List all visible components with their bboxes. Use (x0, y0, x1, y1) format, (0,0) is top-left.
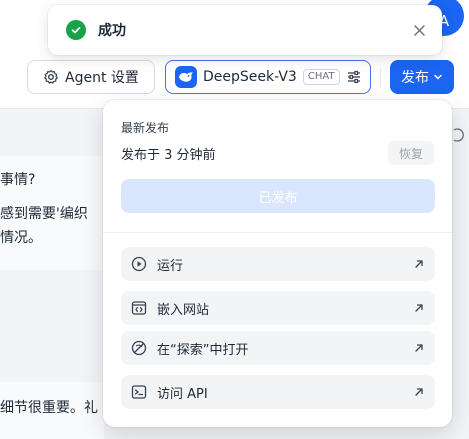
revert-button[interactable]: 恢复 (388, 141, 434, 165)
success-toast: 成功 (48, 5, 442, 55)
chat-message: 事情? 感到需要'编织 情况。 (0, 156, 104, 270)
agent-settings-button[interactable]: Agent 设置 (27, 60, 155, 94)
run-label: 运行 (157, 258, 184, 274)
embed-website-action[interactable]: 嵌入网站 (121, 291, 435, 325)
chat-line: 事情? (0, 172, 36, 188)
publish-dropdown: 最新发布 发布于 3 分钟前 恢复 已发布 运行 嵌入网站 在“探索”中打开 访… (103, 100, 452, 427)
published-button[interactable]: 已发布 (121, 179, 435, 213)
agent-settings-label: Agent 设置 (65, 70, 139, 86)
chevron-down-icon (434, 74, 442, 80)
model-type-badge: CHAT (302, 69, 340, 85)
open-in-explore-label: 在“探索”中打开 (157, 342, 249, 358)
model-name: DeepSeek-V3 (203, 69, 297, 85)
publish-label: 发布 (401, 70, 429, 86)
close-icon[interactable] (412, 23, 426, 37)
model-selector[interactable]: DeepSeek-V3 CHAT (165, 60, 371, 94)
panel-divider (103, 232, 452, 233)
publish-button[interactable]: 发布 (390, 60, 454, 94)
latest-publish-label: 最新发布 (121, 121, 170, 135)
access-api-label: 访问 API (157, 386, 208, 402)
gear-icon (44, 69, 58, 84)
embed-website-label: 嵌入网站 (157, 302, 210, 318)
check-circle-icon (66, 20, 86, 40)
chat-line: 感到需要'编织 (0, 206, 88, 222)
arrow-up-right-icon (413, 342, 425, 354)
sliders-icon[interactable] (346, 69, 362, 85)
deepseek-logo-icon (175, 66, 197, 88)
chat-line: 细节很重要。礼 (0, 400, 98, 416)
compass-icon (131, 340, 147, 356)
circle-icon (453, 128, 464, 142)
chat-message: 细节很重要。礼 (0, 382, 104, 439)
partial-icon-edge (451, 128, 465, 146)
arrow-up-right-icon (413, 386, 425, 398)
code-window-icon (131, 300, 147, 316)
chat-line: 情况。 (0, 230, 42, 246)
play-circle-icon (131, 256, 147, 272)
header-divider (380, 68, 381, 86)
terminal-icon (131, 384, 147, 400)
open-in-explore-action[interactable]: 在“探索”中打开 (121, 331, 435, 365)
arrow-up-right-icon (413, 302, 425, 314)
publish-time: 发布于 3 分钟前 (121, 148, 216, 163)
app-window: 插件 A Agent 设置 DeepSeek-V3 CHAT (0, 0, 469, 439)
run-action[interactable]: 运行 (121, 247, 435, 281)
arrow-up-right-icon (413, 258, 425, 270)
access-api-action[interactable]: 访问 API (121, 375, 435, 409)
toast-message: 成功 (98, 23, 126, 39)
